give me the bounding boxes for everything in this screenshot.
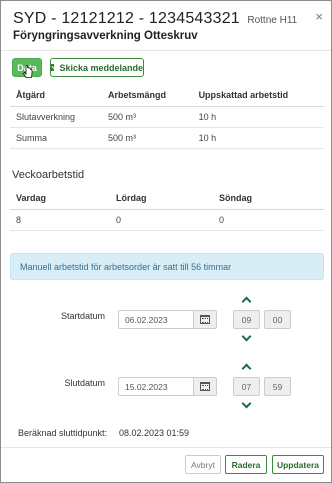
work-table-header: Åtgärd Arbetsmängd Uppskattad arbetstid bbox=[10, 85, 324, 107]
table-cell: Slutavverkning bbox=[10, 106, 102, 128]
start-date-group: 06.02.2023 bbox=[118, 310, 217, 329]
calendar-icon bbox=[200, 315, 210, 324]
send-message-label: Skicka meddelande bbox=[59, 62, 143, 73]
table-cell: 10 h bbox=[192, 127, 324, 149]
table-cell: 0 bbox=[213, 209, 324, 231]
end-calendar-button[interactable] bbox=[194, 377, 217, 396]
column-header: Vardag bbox=[10, 188, 110, 210]
table-row: 8 0 0 bbox=[10, 209, 324, 231]
weekly-table: Vardag Lördag Söndag 8 0 0 bbox=[10, 188, 324, 231]
cancel-button[interactable]: Avbryt bbox=[185, 455, 221, 474]
column-header: Söndag bbox=[213, 188, 324, 210]
start-hour-field[interactable]: 09 bbox=[233, 310, 260, 329]
mouse-pointer-icon bbox=[22, 65, 33, 78]
table-cell: Summa bbox=[10, 127, 102, 149]
work-table: Åtgärd Arbetsmängd Uppskattad arbetstid … bbox=[10, 85, 324, 149]
column-header: Åtgärd bbox=[10, 85, 102, 107]
table-cell: 500 m³ bbox=[101, 106, 193, 128]
dialog-subtitle: Föryngringsavverkning Otteskruv bbox=[13, 30, 198, 42]
dialog-header: SYD - 12121212 - 1234543321 Rottne H11 F… bbox=[1, 1, 331, 51]
table-cell: 8 bbox=[10, 209, 110, 231]
weekly-table-header: Vardag Lördag Söndag bbox=[10, 188, 324, 210]
title-suffix: Rottne H11 bbox=[247, 15, 298, 26]
work-order-dialog: SYD - 12121212 - 1234543321 Rottne H11 F… bbox=[0, 0, 332, 483]
start-date-label: Startdatum bbox=[60, 311, 105, 321]
start-date-input[interactable]: 06.02.2023 bbox=[118, 310, 194, 329]
column-header: Arbetsmängd bbox=[101, 85, 193, 107]
end-minute-field[interactable]: 59 bbox=[264, 377, 291, 396]
start-minute-field[interactable]: 00 bbox=[264, 310, 291, 329]
delete-button[interactable]: Radera bbox=[225, 455, 267, 474]
calendar-icon bbox=[200, 382, 210, 391]
table-cell: 10 h bbox=[192, 106, 324, 128]
column-header: Lördag bbox=[110, 188, 213, 210]
start-hour-up-icon[interactable] bbox=[241, 296, 252, 307]
end-date-group: 15.02.2023 bbox=[118, 377, 217, 396]
table-cell: 500 m³ bbox=[101, 127, 193, 149]
weekly-section-title: Veckoarbetstid bbox=[12, 169, 85, 181]
dialog-title: SYD - 12121212 - 1234543321 Rottne H11 bbox=[13, 10, 297, 28]
table-cell: 0 bbox=[110, 209, 213, 231]
table-row: Slutavverkning 500 m³ 10 h bbox=[10, 106, 324, 128]
column-header: Uppskattad arbetstid bbox=[192, 85, 324, 107]
title-main: SYD - 12121212 - 1234543321 bbox=[13, 10, 240, 27]
calculated-end-value: 08.02.2023 01:59 bbox=[119, 428, 190, 438]
end-hour-down-icon[interactable] bbox=[241, 398, 252, 409]
close-icon[interactable]: × bbox=[315, 9, 323, 24]
send-message-button[interactable]: Skicka meddelande bbox=[50, 58, 144, 77]
end-date-input[interactable]: 15.02.2023 bbox=[118, 377, 194, 396]
table-row: Summa 500 m³ 10 h bbox=[10, 127, 324, 149]
start-calendar-button[interactable] bbox=[194, 310, 217, 329]
start-hour-down-icon[interactable] bbox=[241, 331, 252, 342]
info-alert: Manuell arbetstid för arbetsorder är sat… bbox=[10, 253, 324, 280]
update-button[interactable]: Uppdatera bbox=[272, 455, 324, 474]
calculated-end-label: Beräknad sluttidpunkt: bbox=[18, 428, 108, 438]
info-alert-text: Manuell arbetstid för arbetsorder är sat… bbox=[20, 261, 232, 272]
end-date-label: Slutdatum bbox=[64, 378, 105, 388]
end-hour-up-icon[interactable] bbox=[241, 363, 252, 374]
envelope-icon bbox=[51, 64, 55, 71]
end-hour-field[interactable]: 07 bbox=[233, 377, 260, 396]
